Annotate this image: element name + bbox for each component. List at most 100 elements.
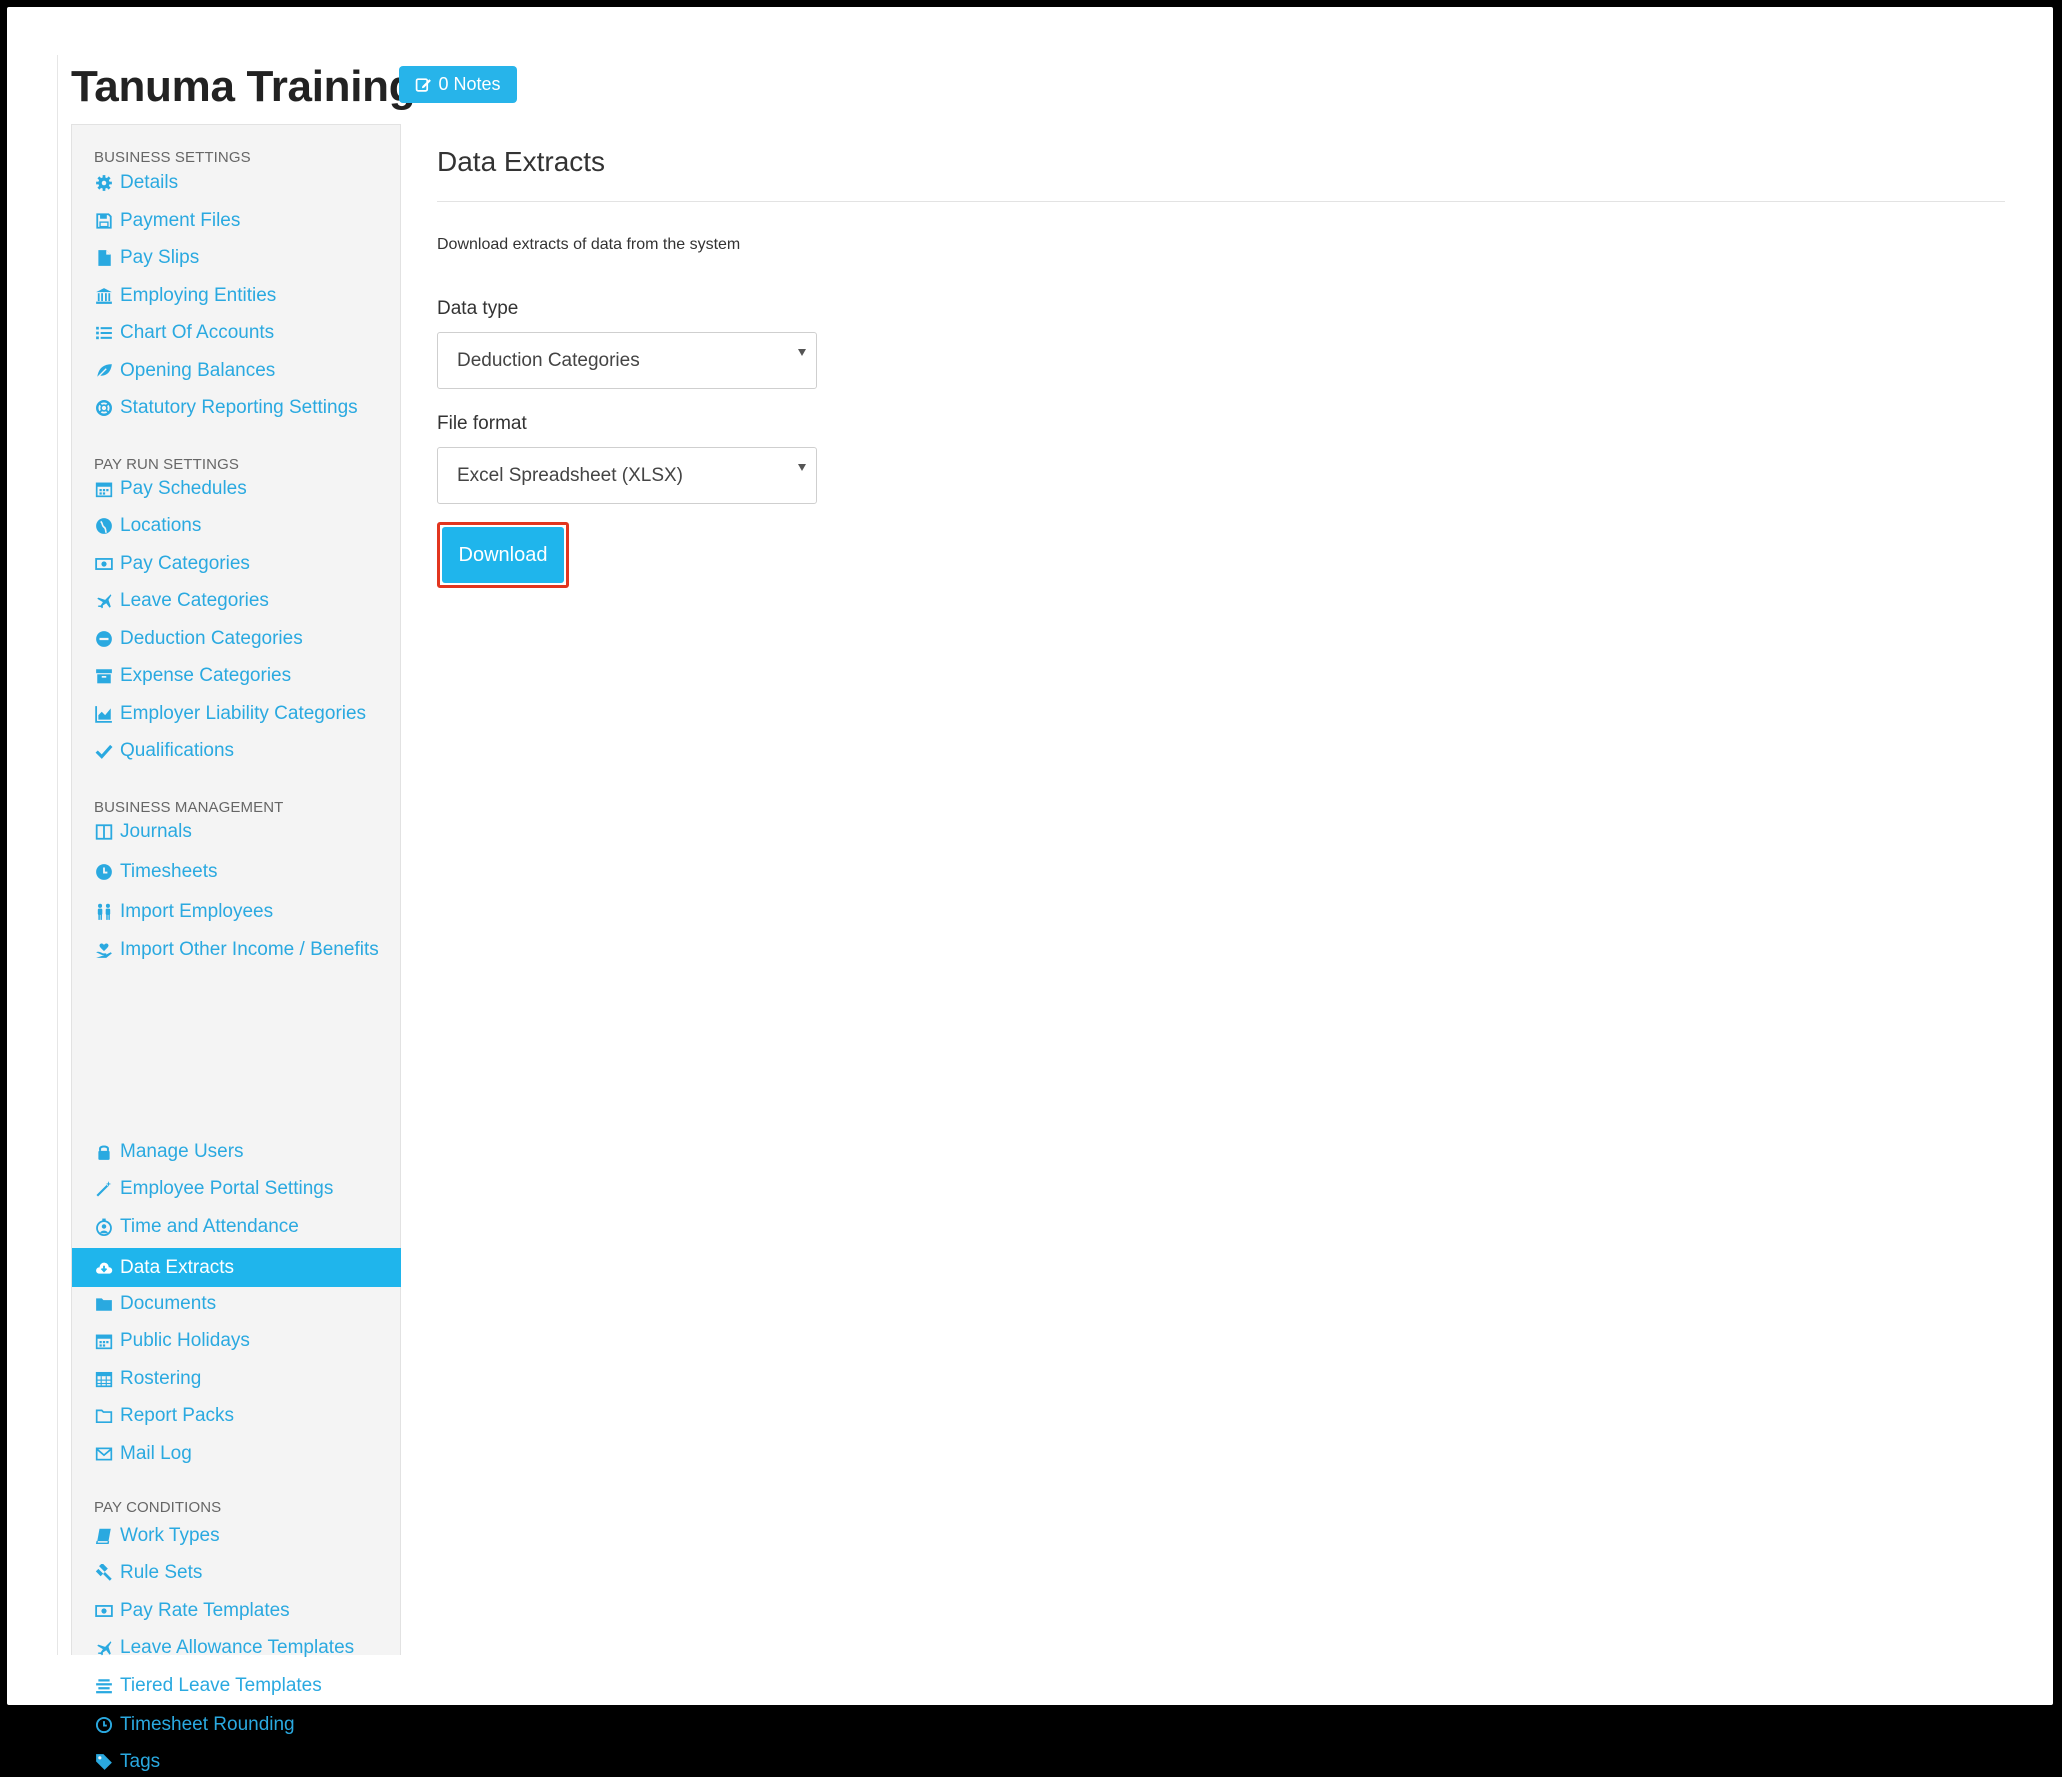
- sidebar-item-rule-sets[interactable]: Rule Sets: [72, 1558, 401, 1588]
- columns-icon: [94, 817, 114, 847]
- leaf-icon: [94, 356, 114, 386]
- sidebar-item-label: Pay Schedules: [120, 478, 247, 499]
- sidebar-item-label: Rule Sets: [120, 1562, 203, 1583]
- description-text: Download extracts of data from the syste…: [437, 236, 741, 253]
- calendar-grid-icon: [94, 1364, 114, 1394]
- sidebar-item-label: Mail Log: [120, 1443, 192, 1464]
- sidebar-item-employing-entities[interactable]: Employing Entities: [72, 281, 401, 311]
- sidebar-item-employee-portal-settings[interactable]: Employee Portal Settings: [72, 1174, 401, 1204]
- sidebar-item-public-holidays[interactable]: Public Holidays: [72, 1326, 401, 1356]
- sidebar-item-label: Time and Attendance: [120, 1216, 299, 1237]
- sidebar-item-label: Report Packs: [120, 1405, 235, 1426]
- notes-button[interactable]: 0 Notes: [399, 66, 517, 103]
- sidebar-item-opening-balances[interactable]: Opening Balances: [72, 356, 401, 386]
- sidebar-item-timesheet-rounding[interactable]: Timesheet Rounding: [72, 1710, 401, 1740]
- gavel-icon: [94, 1558, 114, 1588]
- sidebar-item-import-employees[interactable]: Import Employees: [72, 897, 401, 927]
- lifebuoy-icon: [94, 393, 114, 423]
- sidebar-item-payment-files[interactable]: Payment Files: [72, 206, 401, 236]
- edit-icon: [416, 78, 432, 92]
- sidebar-item-import-other-income-benefits[interactable]: Import Other Income / Benefits: [72, 935, 401, 965]
- sidebar-item-label: Timesheets: [120, 861, 218, 882]
- clock-icon: [94, 857, 114, 887]
- bank-icon: [94, 281, 114, 311]
- sidebar-item-timesheets[interactable]: Timesheets: [72, 857, 401, 887]
- sidebar-item-statutory-reporting-settings[interactable]: Statutory Reporting Settings: [72, 393, 401, 423]
- sidebar-item-label: Chart Of Accounts: [120, 322, 275, 343]
- sidebar-item-tags[interactable]: Tags: [72, 1747, 401, 1777]
- plane-icon: [94, 1633, 114, 1663]
- lock-icon: [94, 1137, 114, 1167]
- sidebar-item-details[interactable]: Details: [72, 168, 401, 198]
- globe-icon: [94, 511, 114, 541]
- floppy-icon: [94, 206, 114, 236]
- sidebar-item-employer-liability-categories[interactable]: Employer Liability Categories: [72, 699, 401, 729]
- sidebar-item-label: Pay Rate Templates: [120, 1600, 290, 1621]
- sidebar-item-report-packs[interactable]: Report Packs: [72, 1401, 401, 1431]
- plane-icon: [94, 586, 114, 616]
- sidebar-item-chart-of-accounts[interactable]: Chart Of Accounts: [72, 318, 401, 348]
- sidebar-item-label: Employee Portal Settings: [120, 1178, 334, 1199]
- sidebar-item-label: Opening Balances: [120, 360, 276, 381]
- sidebar-item-journals[interactable]: Journals: [72, 817, 401, 847]
- file-format-value: Excel Spreadsheet (XLSX): [457, 464, 684, 486]
- sidebar-item-label: Pay Categories: [120, 553, 250, 574]
- sidebar-item-label: Documents: [120, 1293, 217, 1314]
- sidebar-item-label: Deduction Categories: [120, 628, 303, 649]
- sidebar-item-qualifications[interactable]: Qualifications: [72, 736, 401, 766]
- sidebar-item-pay-schedules[interactable]: Pay Schedules: [72, 474, 401, 504]
- sidebar-item-label: Locations: [120, 515, 202, 536]
- sidebar-item-deduction-categories[interactable]: Deduction Categories: [72, 624, 401, 654]
- align-center-icon: [94, 1671, 114, 1701]
- sidebar-item-label: Expense Categories: [120, 665, 292, 686]
- sidebar-item-label-wrap: Import Other Income / Benefits: [94, 935, 379, 965]
- download-button[interactable]: Download: [442, 527, 564, 583]
- sidebar-item-rostering[interactable]: Rostering: [72, 1364, 401, 1394]
- sidebar-item-label: Statutory Reporting Settings: [120, 397, 358, 418]
- sidebar-item-time-and-attendance[interactable]: Time and Attendance: [72, 1212, 401, 1242]
- sidebar-item-label: Tags: [120, 1751, 161, 1772]
- sidebar-item-label: Data Extracts: [120, 1256, 235, 1278]
- sidebar-item-data-extracts[interactable]: Data Extracts: [72, 1248, 401, 1287]
- sidebar-item-pay-rate-templates[interactable]: Pay Rate Templates: [72, 1596, 401, 1626]
- page-title: Tanuma Training: [71, 62, 416, 111]
- sidebar-item-pay-slips[interactable]: Pay Slips: [72, 243, 401, 273]
- sidebar-item-work-types[interactable]: Work Types: [72, 1521, 401, 1551]
- sidebar-item-label: Public Holidays: [120, 1330, 250, 1351]
- section-header-business-settings: BUSINESS SETTINGS: [94, 149, 251, 166]
- sidebar-item-label: Details: [120, 172, 179, 193]
- sidebar-item-label: Import Other Income / Benefits: [120, 939, 379, 960]
- title-divider: [437, 201, 2005, 202]
- money-icon: [94, 549, 114, 579]
- sidebar-item-label: Manage Users: [120, 1141, 244, 1162]
- check-icon: [94, 736, 114, 766]
- sidebar-item-leave-categories[interactable]: Leave Categories: [72, 586, 401, 616]
- caret-down-icon: [798, 349, 806, 356]
- user-clock-icon: [94, 1212, 114, 1242]
- sidebar-item-label: Employing Entities: [120, 285, 277, 306]
- sidebar-item-locations[interactable]: Locations: [72, 511, 401, 541]
- sidebar: BUSINESS SETTINGS Details Payment Files …: [71, 124, 401, 1772]
- book-icon: [94, 1521, 114, 1551]
- list-icon: [94, 318, 114, 348]
- money-icon: [94, 1596, 114, 1626]
- sidebar-item-expense-categories[interactable]: Expense Categories: [72, 661, 401, 691]
- file-format-select[interactable]: Excel Spreadsheet (XLSX): [437, 447, 817, 504]
- section-title: Data Extracts: [437, 146, 606, 177]
- sidebar-item-label: Qualifications: [120, 740, 235, 761]
- data-type-label: Data type: [437, 298, 519, 319]
- gear-icon: [94, 168, 114, 198]
- sidebar-item-label: Import Employees: [120, 901, 274, 922]
- hand-heart-icon: [94, 935, 114, 965]
- sidebar-item-leave-allowance-templates[interactable]: Leave Allowance Templates: [72, 1633, 401, 1663]
- sidebar-item-pay-categories[interactable]: Pay Categories: [72, 549, 401, 579]
- sidebar-item-mail-log[interactable]: Mail Log: [72, 1439, 401, 1469]
- sidebar-item-manage-users[interactable]: Manage Users: [72, 1137, 401, 1167]
- data-type-select[interactable]: Deduction Categories: [437, 332, 817, 389]
- section-header-pay-conditions: PAY CONDITIONS: [94, 1499, 222, 1516]
- calendar-icon: [94, 1326, 114, 1356]
- sidebar-item-documents[interactable]: Documents: [72, 1289, 401, 1319]
- sidebar-item-tiered-leave-templates[interactable]: Tiered Leave Templates: [72, 1671, 401, 1701]
- people-icon: [94, 897, 114, 927]
- archive-icon: [94, 661, 114, 691]
